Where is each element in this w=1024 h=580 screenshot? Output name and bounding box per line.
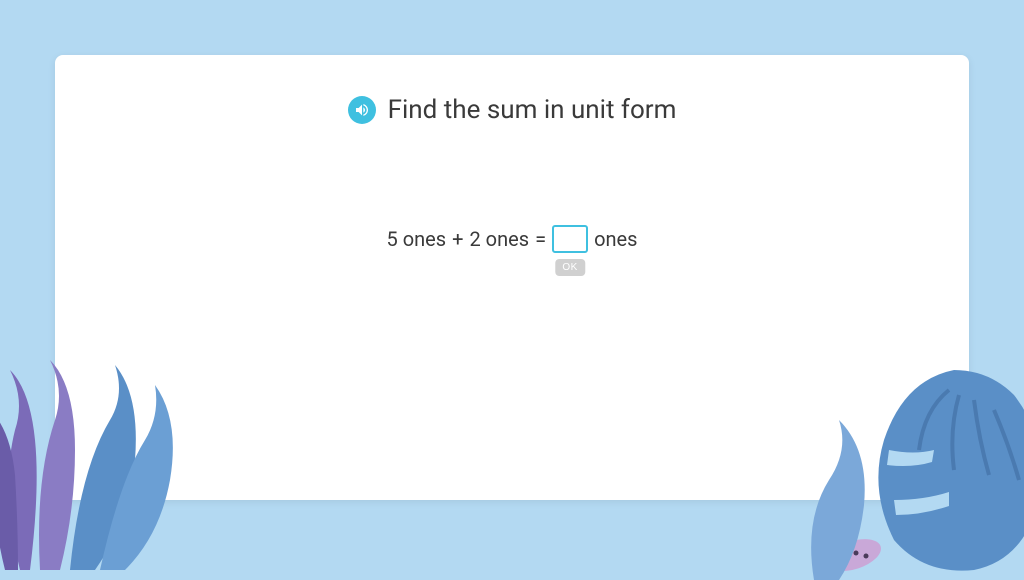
question-title: Find the sum in unit form	[388, 95, 677, 125]
answer-wrapper: OK	[552, 225, 588, 253]
ok-button[interactable]: OK	[555, 259, 584, 276]
unit-label: ones	[594, 227, 637, 251]
equals-sign: =	[535, 227, 546, 251]
problem-expression: 5 ones + 2 ones = OK ones	[75, 225, 949, 253]
title-row: Find the sum in unit form	[75, 95, 949, 125]
right-operand: 2 ones	[469, 227, 529, 251]
audio-icon[interactable]	[348, 96, 376, 124]
operator-plus: +	[452, 227, 463, 251]
answer-input[interactable]	[552, 225, 588, 253]
speaker-icon	[354, 102, 370, 118]
left-operand: 5 ones	[387, 227, 447, 251]
question-card: Find the sum in unit form 5 ones + 2 one…	[55, 55, 969, 500]
